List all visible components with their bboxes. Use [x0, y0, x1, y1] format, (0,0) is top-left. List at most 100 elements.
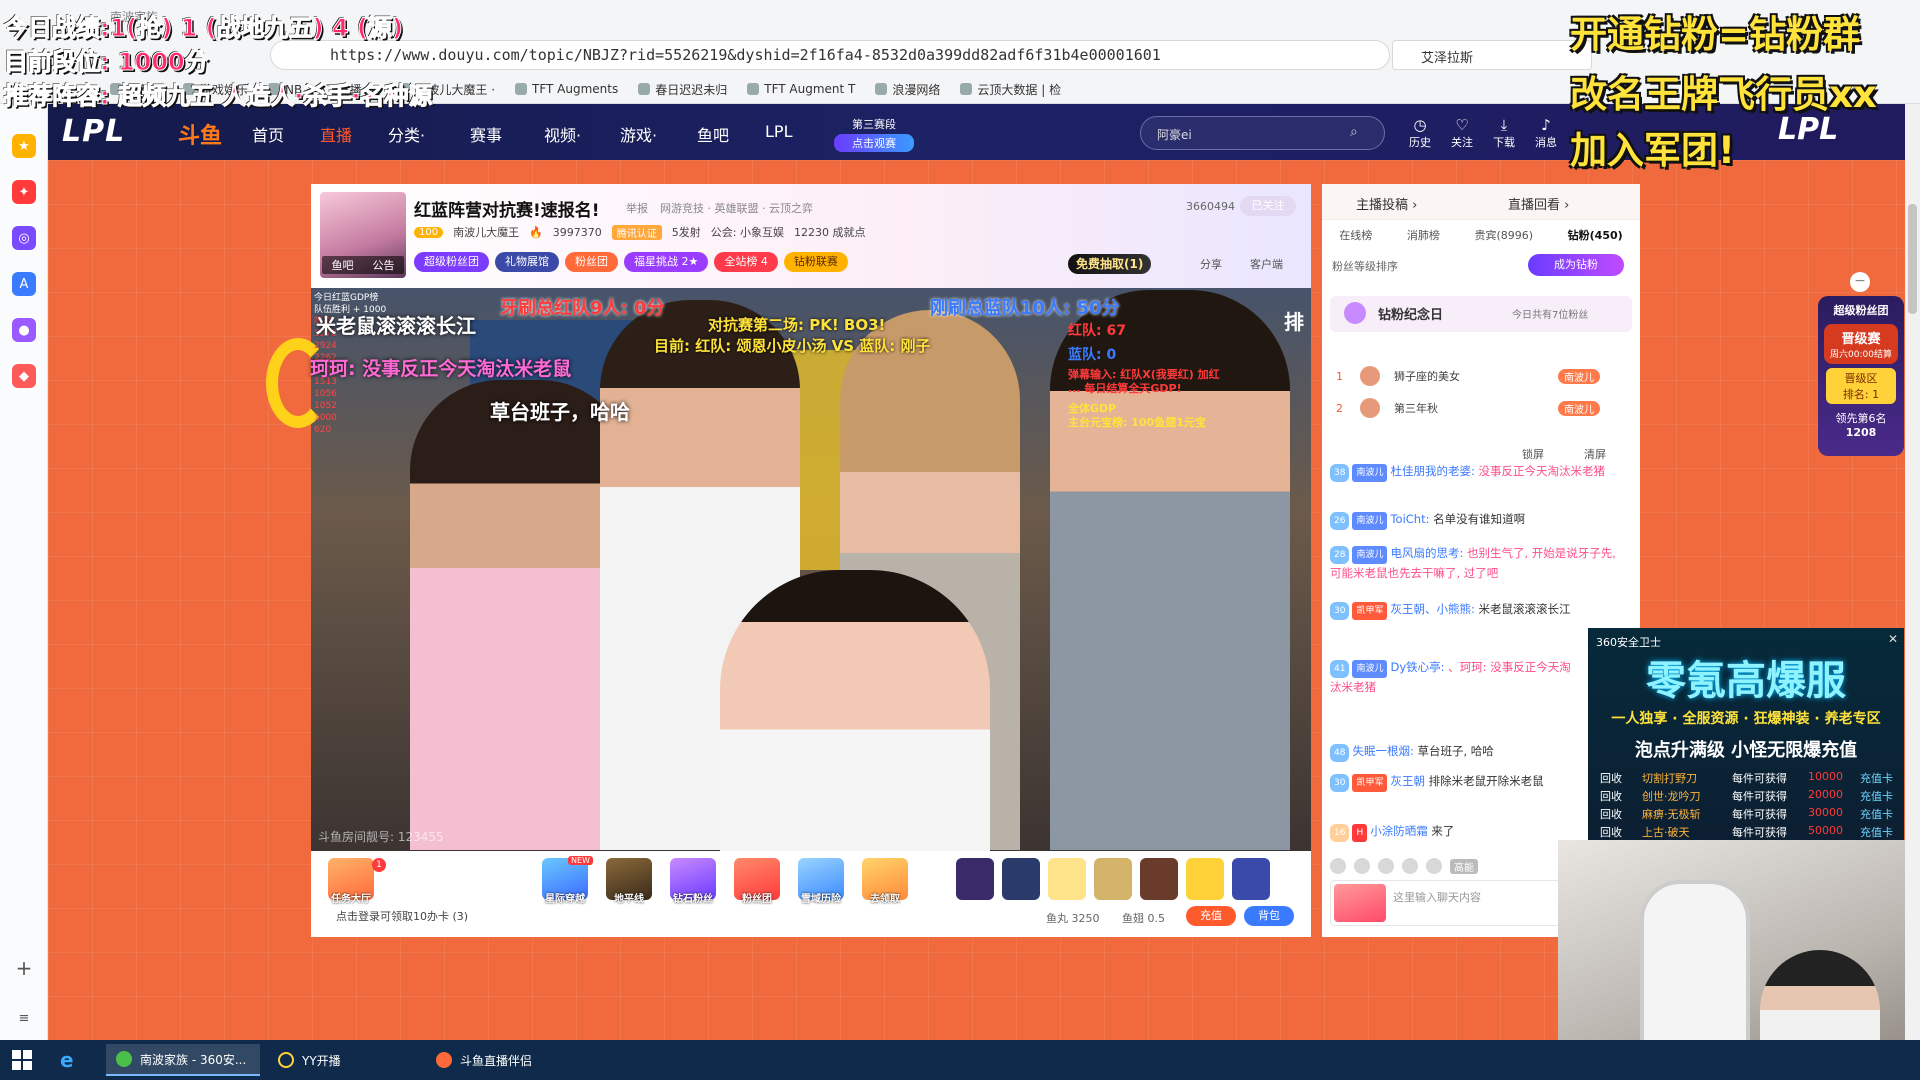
tab-vip[interactable]: 贵宾(8996)	[1474, 227, 1533, 243]
gift-item[interactable]	[956, 858, 994, 900]
mascot-icon[interactable]	[1334, 884, 1386, 922]
ie-icon[interactable]: e	[60, 1048, 84, 1072]
login-tip[interactable]: 点击登录可领取10办卡 (3)	[336, 908, 468, 924]
bag-button[interactable]: 背包	[1244, 906, 1294, 926]
globe-icon	[875, 83, 888, 95]
tab-anchor-posts[interactable]: 主播投稿 ›	[1356, 194, 1417, 213]
collapse-icon[interactable]: −	[1850, 272, 1870, 292]
notice-link[interactable]: 公告	[373, 257, 395, 273]
douyu-logo[interactable]: 斗鱼	[178, 118, 222, 150]
download-button[interactable]: ⤓ 下载	[1486, 116, 1522, 150]
history-button[interactable]: ◷ 历史	[1402, 116, 1438, 150]
followed-button[interactable]: 已关注	[1240, 196, 1296, 216]
chat-message[interactable]: 30 凯甲军 灰王朝 排除米老鼠开除米老鼠	[1330, 772, 1580, 792]
app-icon[interactable]: ✦	[12, 180, 36, 204]
fishbar-link[interactable]: 鱼吧	[332, 257, 354, 273]
tab-diamond-fans[interactable]: 钻粉(450)	[1568, 227, 1623, 243]
recharge-button[interactable]: 充值	[1186, 906, 1236, 926]
close-icon[interactable]: ✕	[1888, 632, 1898, 646]
globe-icon	[960, 83, 973, 95]
bookmark-item[interactable]: 春日迟迟未归	[638, 78, 727, 100]
high-energy-button[interactable]: 高能	[1450, 858, 1478, 874]
rank-row[interactable]: 2 第三年秋 南波儿	[1336, 394, 1632, 422]
nav-events[interactable]: 赛事	[470, 122, 502, 146]
tab-spend-rank[interactable]: 消肺榜	[1407, 227, 1440, 243]
chat-message[interactable]: 26 南波儿 ToiCht: 名单没有谁知道啊	[1330, 510, 1630, 530]
nav-home[interactable]: 首页	[252, 122, 284, 146]
game-icon[interactable]: ◆	[12, 364, 36, 388]
gift-item[interactable]	[1048, 858, 1086, 900]
nav-video[interactable]: 视频·	[544, 122, 581, 146]
lock-screen-button[interactable]: 锁屏	[1522, 446, 1544, 462]
become-diamond-fan-button[interactable]: 成为钻粉	[1528, 254, 1624, 276]
nav-lpl[interactable]: LPL	[765, 122, 792, 141]
plus-icon[interactable]: +	[12, 956, 36, 980]
report-link[interactable]: 举报	[626, 200, 648, 216]
gift-item[interactable]	[1140, 858, 1178, 900]
super-fan-widget[interactable]: 超级粉丝团 晋级赛 周六00:00结算 晋级区 排名: 1 领先第6名 1208	[1818, 296, 1904, 456]
anchor-name[interactable]: 南波儿大魔王	[453, 224, 519, 240]
bookmark-item[interactable]: 浪漫网络	[875, 78, 940, 100]
fan-club-pill[interactable]: 粉丝团	[565, 252, 618, 272]
site-search-input[interactable]: 阿豪ei	[1140, 116, 1385, 150]
chat-message[interactable]: 41 南波儿 Dy铁心亭: 、珂珂: 没事反正今天淘汰米老猪	[1330, 658, 1580, 696]
video-person	[720, 570, 990, 860]
verify-badge: 腾讯认证	[611, 224, 662, 240]
ai-icon[interactable]: ◎	[12, 226, 36, 250]
nav-category[interactable]: 分类·	[388, 122, 425, 146]
super-fan-pill[interactable]: 超级粉丝团	[414, 252, 489, 272]
clear-screen-button[interactable]: 清屏	[1584, 446, 1606, 462]
fan-day-title: 钻粉纪念日	[1378, 308, 1444, 323]
gift-item[interactable]	[1002, 858, 1040, 900]
nav-fishbar[interactable]: 鱼吧	[697, 122, 729, 146]
chat-message[interactable]: 48 失眠一根烟: 草台班子, 哈哈	[1330, 742, 1580, 762]
barrage-icon[interactable]	[1426, 858, 1442, 874]
gift-item[interactable]	[1232, 858, 1270, 900]
scrollbar-thumb[interactable]	[1908, 204, 1917, 314]
rank-row[interactable]: 1 狮子座的美女 南波儿	[1336, 362, 1632, 390]
taskbar-item[interactable]: 南波家族 - 360安...	[106, 1044, 260, 1076]
chat-message[interactable]: 28 南波儿 电风扇的思考: 也别生气了, 开始是说牙子先, 可能米老鼠也先去干嘛了…	[1330, 544, 1630, 582]
fan-icon[interactable]	[1402, 858, 1418, 874]
share-button[interactable]: 分享	[1200, 256, 1222, 272]
client-button[interactable]: 客户端	[1250, 256, 1283, 272]
anchor-level-badge: 100	[414, 226, 444, 238]
tab-replay[interactable]: 直播回看 ›	[1508, 194, 1569, 213]
stage-badge[interactable]: 第三赛段 点击观赛	[834, 116, 914, 152]
tab-online-rank[interactable]: 在线榜	[1339, 227, 1372, 243]
horn-icon[interactable]	[1354, 858, 1370, 874]
chat-message[interactable]: 16 H 小涂防晒霜 来了	[1330, 822, 1580, 842]
ai-assistant-icon[interactable]: A	[12, 272, 36, 296]
gift-item[interactable]	[1186, 858, 1224, 900]
taskbar-item[interactable]: 斗鱼直播伴侣	[426, 1044, 576, 1076]
bookmark-item[interactable]: TFT Augment T	[747, 78, 855, 100]
lpl-logo[interactable]: LPL	[62, 114, 125, 149]
free-draw-button[interactable]: 免费抽取(1)	[1068, 254, 1152, 274]
bookmark-item[interactable]: TFT Augments	[515, 78, 618, 100]
follow-button[interactable]: ♡ 关注	[1444, 116, 1480, 150]
bookmark-item[interactable]: 云顶大数据 | 检	[960, 78, 1061, 100]
gift-hall-pill[interactable]: 礼物展馆	[495, 252, 559, 272]
search-icon[interactable]: ⌕	[1350, 124, 1358, 140]
guild-label[interactable]: 公会: 小象互娱	[711, 224, 784, 240]
browser-search-input[interactable]: 艾泽拉斯	[1392, 40, 1592, 70]
diamond-league-pill[interactable]: 钻粉联赛	[783, 252, 848, 272]
message-button[interactable]: ♪ 消息	[1528, 116, 1564, 150]
gift-item[interactable]	[1094, 858, 1132, 900]
emoji-icon[interactable]	[1330, 858, 1346, 874]
chat-message[interactable]: 38 南波儿 杜佳朋我的老婆: 没事反正今天淘汰米老猪	[1330, 462, 1630, 482]
sort-label[interactable]: 粉丝等级排序	[1332, 258, 1398, 274]
chat-icon[interactable]: ●	[12, 318, 36, 342]
nav-games[interactable]: 游戏·	[620, 122, 657, 146]
url-text[interactable]: https://www.douyu.com/topic/NBJZ?rid=552…	[330, 46, 1161, 64]
crown-icon[interactable]	[1378, 858, 1394, 874]
list-icon[interactable]: ≡	[12, 1006, 36, 1030]
taskbar-item[interactable]: YY开播	[268, 1044, 408, 1076]
star-challenge-pill[interactable]: 福星挑战 2★	[624, 252, 709, 272]
windows-start-icon[interactable]	[12, 1050, 32, 1070]
chat-message[interactable]: 30 凯甲军 灰王朝、小熊熊: 米老鼠滚滚滚长江	[1330, 600, 1630, 620]
star-icon[interactable]: ★	[12, 134, 36, 158]
site-rank-pill[interactable]: 全站榜 4	[714, 252, 778, 272]
nav-live[interactable]: 直播	[320, 122, 352, 146]
room-tags[interactable]: 网游竞技 · 英雄联盟 · 云顶之弈	[660, 200, 813, 216]
